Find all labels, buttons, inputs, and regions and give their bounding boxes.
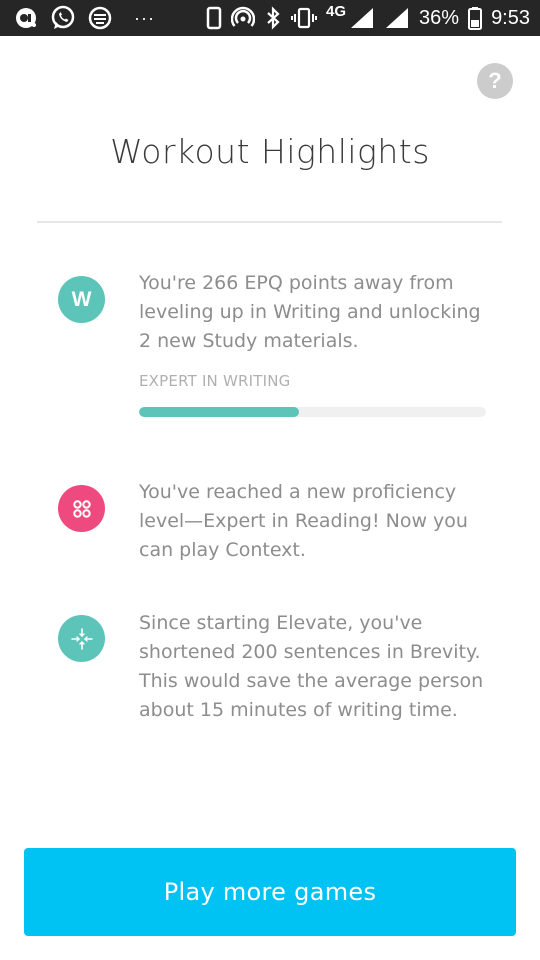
progress-label: EXPERT IN WRITING xyxy=(139,372,291,390)
progress-bar xyxy=(139,407,486,417)
play-more-games-button[interactable]: Play more games xyxy=(24,848,516,936)
brevity-icon xyxy=(70,627,93,650)
signal-icon xyxy=(349,6,375,30)
vibrate-icon xyxy=(291,6,318,30)
whatsapp-icon xyxy=(50,5,76,31)
battery-icon xyxy=(468,6,483,30)
battery-percent: 36% xyxy=(419,6,460,29)
status-bar-right: 4G 36% 9:53 xyxy=(206,2,530,30)
writing-letter: W xyxy=(71,287,92,311)
divider xyxy=(37,221,502,223)
page-title: Workout Highlights xyxy=(110,132,430,171)
notification-icon xyxy=(14,6,38,30)
more-notifications: ··· xyxy=(134,7,155,28)
highlight-text-writing: You're 266 EPQ points away from leveling… xyxy=(139,272,481,352)
highlight-text-brevity: Since starting Elevate, you've shortened… xyxy=(139,612,484,721)
reading-badge-icon xyxy=(58,485,105,532)
status-bar-left: ··· xyxy=(14,5,155,31)
highlight-text-reading: You've reached a new proficiency level—E… xyxy=(139,481,468,561)
signal-icon-2 xyxy=(384,6,410,30)
writing-badge-icon: W xyxy=(58,276,105,323)
app-icon xyxy=(88,6,112,30)
progress-bar-fill xyxy=(139,407,299,417)
bluetooth-icon xyxy=(264,6,282,30)
help-icon: ? xyxy=(488,68,502,93)
network-type: 4G xyxy=(326,2,347,20)
help-button[interactable]: ? xyxy=(477,63,513,99)
hotspot-icon xyxy=(231,6,256,30)
brevity-badge-icon xyxy=(58,615,105,662)
phone-icon xyxy=(206,6,222,30)
status-bar: ··· 4G 36% 9:53 xyxy=(0,0,540,36)
clock: 9:53 xyxy=(491,6,530,29)
dots-icon xyxy=(72,499,91,518)
